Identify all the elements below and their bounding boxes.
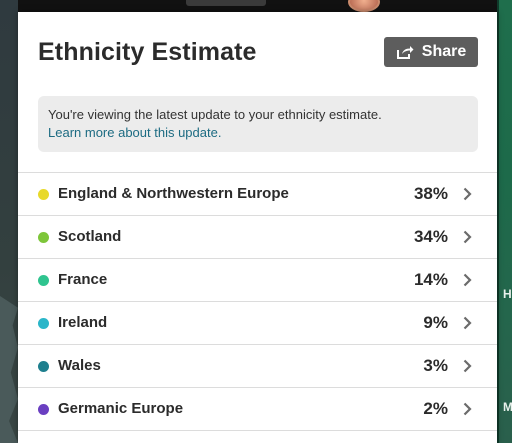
page-title: Ethnicity Estimate <box>38 38 257 66</box>
region-name: Wales <box>58 357 101 374</box>
region-percent: 34% <box>413 227 448 246</box>
region-row[interactable]: Scotland 34% <box>18 216 497 259</box>
region-percent: 9% <box>423 313 448 332</box>
region-row[interactable]: Wales 3% <box>18 345 497 388</box>
share-button[interactable]: Share <box>384 37 478 67</box>
region-color-dot <box>38 404 49 415</box>
region-row[interactable]: Ireland 9% <box>18 302 497 345</box>
map-label: Ho <box>503 287 512 301</box>
region-color-dot <box>38 361 49 372</box>
chevron-right-icon <box>463 316 472 330</box>
chevron-right-icon <box>463 187 472 201</box>
region-percent: 2% <box>423 399 448 418</box>
map-coastline <box>0 296 18 443</box>
chevron-right-icon <box>463 273 472 287</box>
region-row[interactable]: France 14% <box>18 259 497 302</box>
region-name: England & Northwestern Europe <box>58 185 289 202</box>
region-name: France <box>58 271 108 288</box>
top-bar <box>0 0 512 12</box>
share-icon <box>396 44 414 60</box>
chevron-right-icon <box>463 359 472 373</box>
region-percent: 38% <box>413 184 448 203</box>
region-color-dot <box>38 189 49 200</box>
chevron-right-icon <box>463 402 472 416</box>
region-row[interactable]: England & Northwestern Europe 38% <box>18 173 497 216</box>
region-color-dot <box>38 275 49 286</box>
region-percent: 3% <box>423 356 448 375</box>
notice-text: You're viewing the latest update to your… <box>48 107 382 122</box>
region-row[interactable]: Germanic Europe 2% <box>18 388 497 431</box>
region-color-dot <box>38 232 49 243</box>
chevron-right-icon <box>463 230 472 244</box>
avatar[interactable] <box>348 0 380 12</box>
region-color-dot <box>38 318 49 329</box>
region-percent: 14% <box>413 270 448 289</box>
learn-more-link[interactable]: Learn more about this update. <box>48 125 221 140</box>
ethnicity-list: England & Northwestern Europe 38% Scotland… <box>18 172 497 431</box>
map-label: Ma <box>503 400 512 414</box>
region-name: Ireland <box>58 314 108 331</box>
map-background-right[interactable]: Ho Ma <box>497 0 512 443</box>
map-background-left[interactable] <box>0 0 18 443</box>
share-label: Share <box>421 43 467 60</box>
update-notice: You're viewing the latest update to your… <box>38 96 478 152</box>
ethnicity-panel: Ethnicity Estimate Share You're viewing … <box>18 12 497 443</box>
top-pill[interactable] <box>186 0 266 6</box>
region-name: Germanic Europe <box>58 400 184 417</box>
region-name: Scotland <box>58 228 122 245</box>
